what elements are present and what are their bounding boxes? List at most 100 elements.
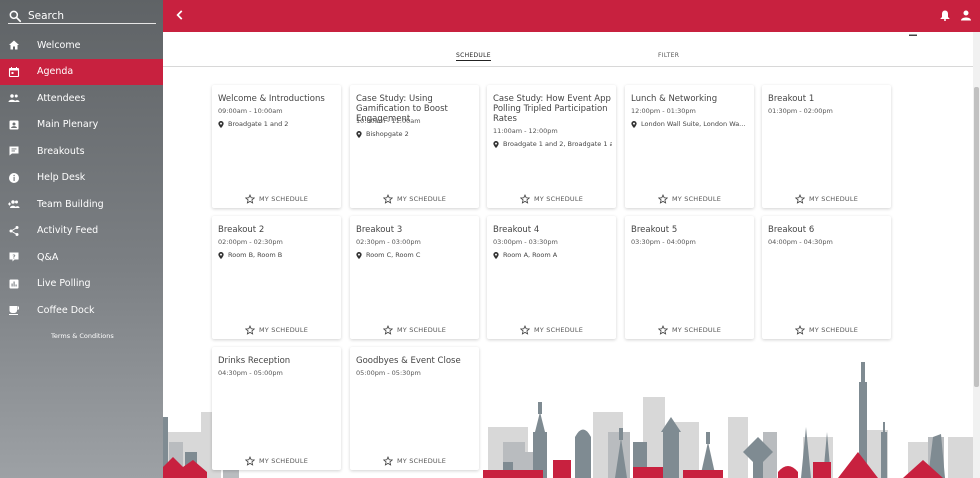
sidebar-item-label: Attendees xyxy=(37,92,86,104)
download-icon[interactable] xyxy=(909,32,917,36)
tab-bar: SCHEDULE FILTER xyxy=(163,52,973,66)
star-icon xyxy=(520,194,530,204)
session-location-text: Room B, Room B xyxy=(228,251,283,259)
people-icon xyxy=(8,94,20,103)
session-location-text: Room A, Room A xyxy=(503,251,558,259)
my-schedule-button[interactable]: MY SCHEDULE xyxy=(212,456,341,466)
star-icon xyxy=(520,325,530,335)
my-schedule-label: MY SCHEDULE xyxy=(672,326,721,334)
session-card[interactable]: Breakout 1 01:30pm - 02:00pm MY SCHEDULE xyxy=(762,85,891,208)
star-icon xyxy=(658,194,668,204)
my-schedule-button[interactable]: MY SCHEDULE xyxy=(762,194,891,204)
session-card[interactable]: Breakout 5 03:30pm - 04:00pm MY SCHEDULE xyxy=(625,216,754,339)
my-schedule-button[interactable]: MY SCHEDULE xyxy=(350,194,479,204)
my-schedule-button[interactable]: MY SCHEDULE xyxy=(625,194,754,204)
session-card[interactable]: Goodbyes & Event Close 05:00pm - 05:30pm M… xyxy=(350,347,479,470)
session-card[interactable]: Breakout 3 02:30pm - 03:00pm Room C, Room … xyxy=(350,216,479,339)
search-field[interactable]: Search xyxy=(8,8,156,24)
my-schedule-label: MY SCHEDULE xyxy=(672,195,721,203)
star-icon xyxy=(383,325,393,335)
session-card[interactable]: Breakout 2 02:00pm - 02:30pm Room B, Room … xyxy=(212,216,341,339)
session-card[interactable]: Breakout 6 04:00pm - 04:30pm MY SCHEDULE xyxy=(762,216,891,339)
my-schedule-button[interactable]: MY SCHEDULE xyxy=(487,194,616,204)
sidebar-item-qa[interactable]: ? Q&A xyxy=(0,244,163,271)
sidebar-item-label: Agenda xyxy=(37,66,74,78)
sidebar-item-help-desk[interactable]: Help Desk xyxy=(0,165,163,192)
sidebar-item-label: Welcome xyxy=(37,39,81,51)
my-schedule-button[interactable]: MY SCHEDULE xyxy=(212,194,341,204)
sidebar-item-attendees[interactable]: Attendees xyxy=(0,85,163,112)
session-time: 01:30pm - 02:00pm xyxy=(768,107,833,115)
session-location-text: Broadgate 1 and 2 xyxy=(228,120,289,128)
search-icon xyxy=(9,10,22,22)
session-location: Broadgate 1 and 2, Broadgate 1 and... xyxy=(493,140,612,148)
session-location: Room C, Room C xyxy=(356,251,475,259)
sidebar-item-label: Main Plenary xyxy=(37,119,99,131)
session-time: 02:30pm - 03:00pm xyxy=(356,238,421,246)
session-card[interactable]: Case Study: How Event App Polling Triple… xyxy=(487,85,616,208)
my-schedule-button[interactable]: MY SCHEDULE xyxy=(625,325,754,335)
sidebar-nav: Welcome Agenda Attendees Main Plenary Br… xyxy=(0,32,163,324)
question-icon: ? xyxy=(9,252,19,262)
session-card[interactable]: Drinks Reception 04:30pm - 05:00pm MY SCHE… xyxy=(212,347,341,470)
sidebar-item-label: Help Desk xyxy=(37,172,86,184)
sidebar-item-activity-feed[interactable]: Activity Feed xyxy=(0,218,163,245)
sidebar-item-team-building[interactable]: Team Building xyxy=(0,191,163,218)
share-icon xyxy=(9,225,19,236)
session-location: Broadgate 1 and 2 xyxy=(218,120,337,128)
session-location: London Wall Suite, London Wa... xyxy=(631,120,750,128)
coffee-icon xyxy=(9,306,19,316)
my-schedule-button[interactable]: MY SCHEDULE xyxy=(487,325,616,335)
session-card[interactable]: Welcome & Introductions 09:00am - 10:00am… xyxy=(212,85,341,208)
bell-icon[interactable] xyxy=(939,9,951,22)
my-schedule-button[interactable]: MY SCHEDULE xyxy=(762,325,891,335)
star-icon xyxy=(383,194,393,204)
chevron-left-icon[interactable] xyxy=(173,8,187,22)
terms-link[interactable]: Terms & Conditions xyxy=(51,332,114,340)
my-schedule-button[interactable]: MY SCHEDULE xyxy=(212,325,341,335)
session-title: Case Study: How Event App Polling Triple… xyxy=(493,94,611,124)
my-schedule-label: MY SCHEDULE xyxy=(259,457,308,465)
session-card[interactable]: Breakout 4 03:00pm - 03:30pm Room A, Room … xyxy=(487,216,616,339)
sidebar-item-coffee-dock[interactable]: Coffee Dock xyxy=(0,297,163,324)
session-card[interactable]: Lunch & Networking 12:00pm - 01:30pm Londo… xyxy=(625,85,754,208)
top-bar xyxy=(163,0,980,32)
sidebar-item-label: Q&A xyxy=(37,251,59,263)
star-icon xyxy=(658,325,668,335)
session-title: Breakout 5 xyxy=(631,225,678,235)
location-pin-icon xyxy=(493,140,499,148)
sidebar-item-label: Activity Feed xyxy=(37,225,99,237)
session-title: Breakout 1 xyxy=(768,94,815,104)
my-schedule-button[interactable]: MY SCHEDULE xyxy=(350,456,479,466)
main-content: SCHEDULE FILTER Welcome & Introductions … xyxy=(163,32,980,478)
location-pin-icon xyxy=(356,130,362,138)
location-pin-icon xyxy=(493,251,499,259)
session-location: Room B, Room B xyxy=(218,251,337,259)
session-title: Welcome & Introductions xyxy=(218,94,325,104)
tab-filter[interactable]: FILTER xyxy=(658,52,679,59)
session-time: 09:00am - 10:00am xyxy=(218,107,283,115)
sidebar-item-live-polling[interactable]: Live Polling xyxy=(0,271,163,298)
location-pin-icon xyxy=(218,251,224,259)
sidebar-item-welcome[interactable]: Welcome xyxy=(0,32,163,59)
my-schedule-button[interactable]: MY SCHEDULE xyxy=(350,325,479,335)
session-card[interactable]: Case Study: Using Gamification to Boost … xyxy=(350,85,479,208)
person-icon[interactable] xyxy=(960,9,972,22)
session-location-text: Bishopgate 2 xyxy=(366,130,409,138)
location-pin-icon xyxy=(631,120,637,128)
session-title: Breakout 6 xyxy=(768,225,815,235)
my-schedule-label: MY SCHEDULE xyxy=(259,326,308,334)
star-icon xyxy=(245,325,255,335)
sidebar-item-main-plenary[interactable]: Main Plenary xyxy=(0,112,163,139)
home-icon xyxy=(9,40,19,50)
session-title: Breakout 3 xyxy=(356,225,403,235)
session-location: Room A, Room A xyxy=(493,251,612,259)
sidebar-item-agenda[interactable]: Agenda xyxy=(0,58,163,85)
scrollbar-thumb[interactable] xyxy=(974,87,979,387)
poll-icon xyxy=(9,279,19,289)
my-schedule-label: MY SCHEDULE xyxy=(534,195,583,203)
star-icon xyxy=(245,194,255,204)
tab-schedule[interactable]: SCHEDULE xyxy=(456,52,491,61)
sidebar-item-breakouts[interactable]: Breakouts xyxy=(0,138,163,165)
session-time: 10:00am - 11:00am xyxy=(356,117,421,125)
